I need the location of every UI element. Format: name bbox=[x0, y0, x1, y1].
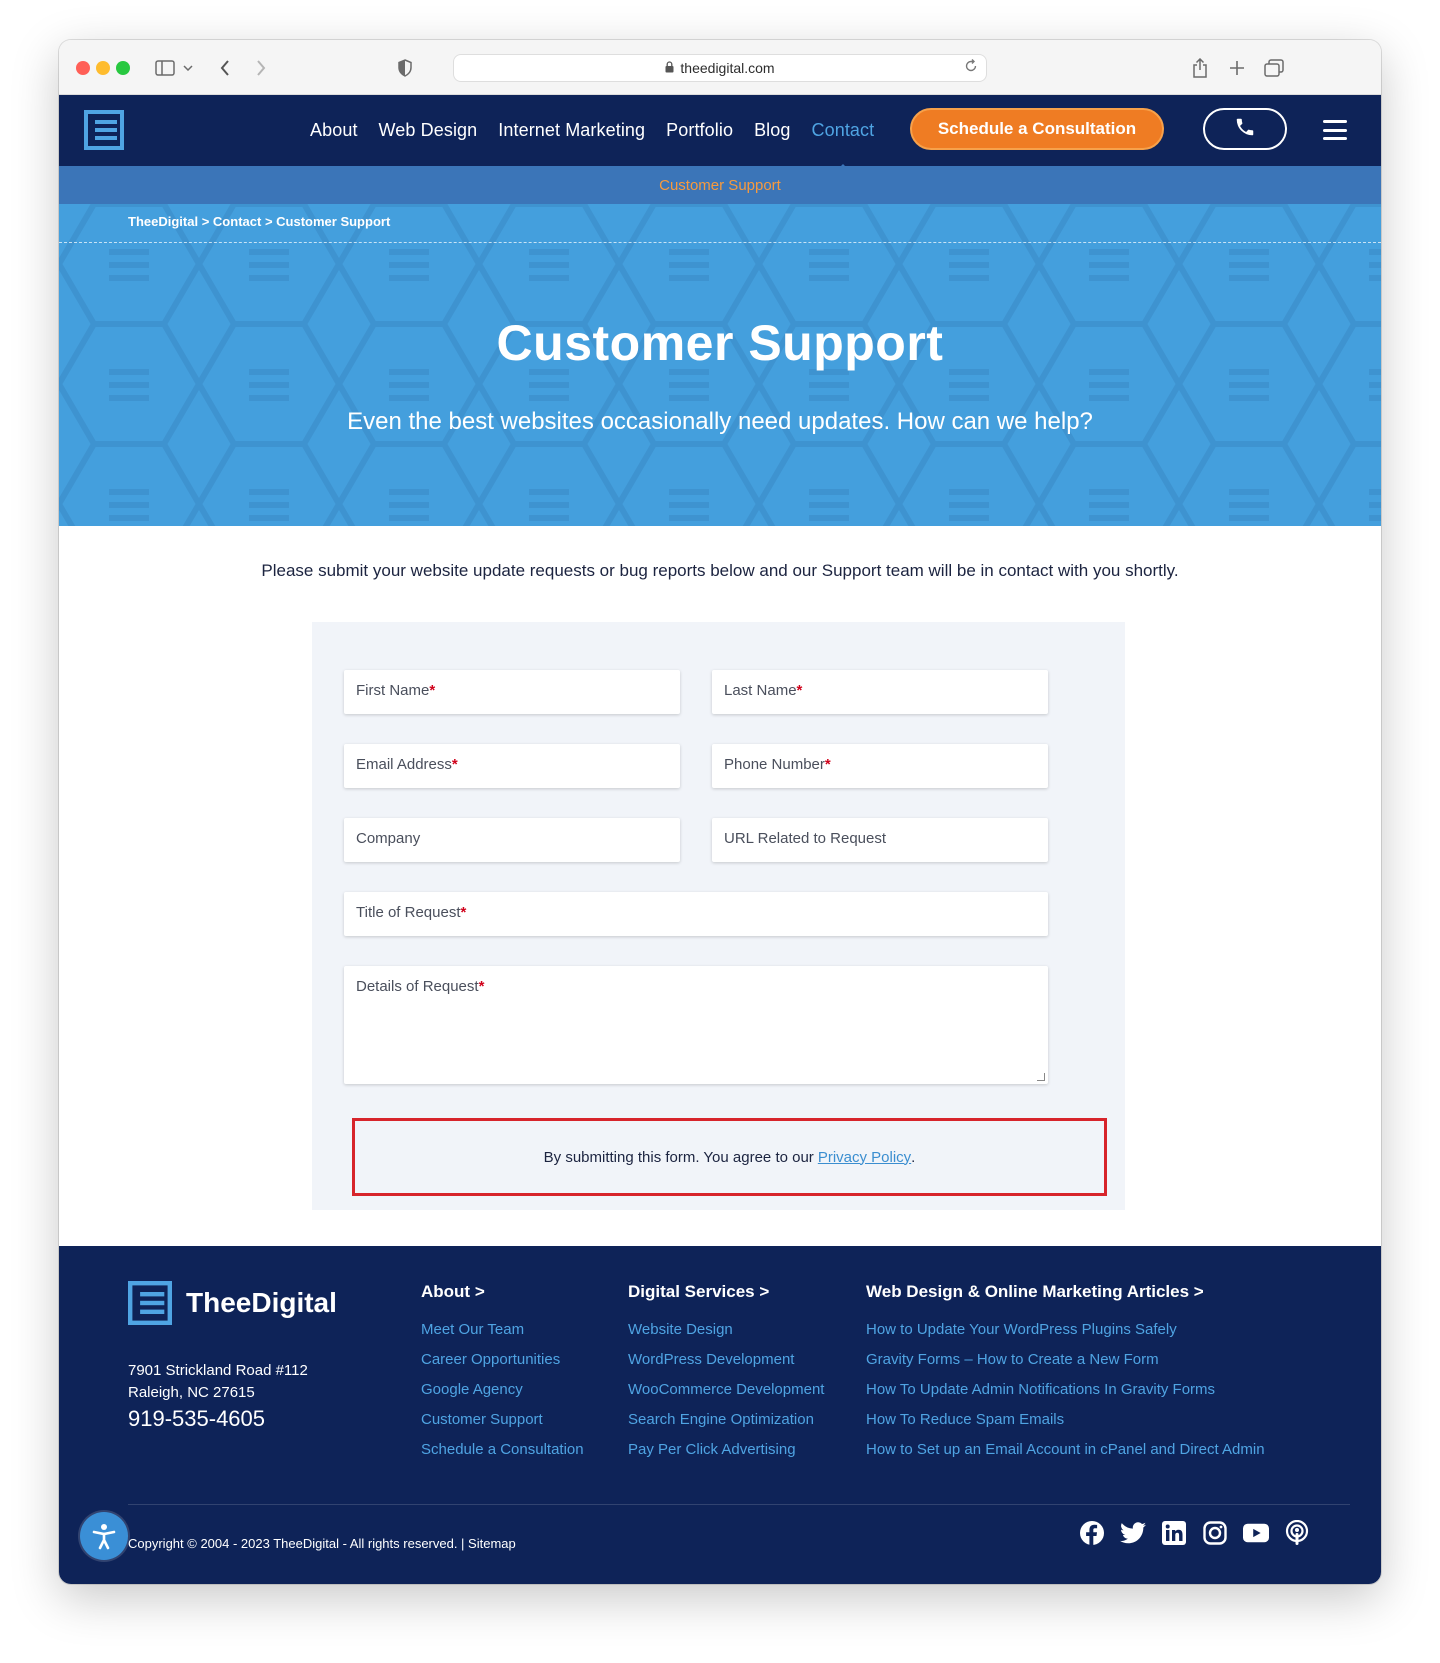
footer-link[interactable]: How To Update Admin Notifications In Gra… bbox=[866, 1380, 1265, 1400]
chevron-down-icon[interactable] bbox=[181, 54, 195, 82]
subnav-item-customer-support[interactable]: Customer Support bbox=[659, 177, 781, 194]
nav-item-about[interactable]: About bbox=[310, 120, 358, 141]
site-logo-icon[interactable] bbox=[84, 110, 124, 150]
first-name-field[interactable]: First Name* bbox=[344, 670, 680, 714]
footer-link[interactable]: Search Engine Optimization bbox=[628, 1410, 824, 1430]
nav-item-internet-marketing[interactable]: Internet Marketing bbox=[498, 120, 645, 141]
request-details-textarea[interactable]: Details of Request* bbox=[344, 966, 1048, 1084]
footer-link[interactable]: How To Reduce Spam Emails bbox=[866, 1410, 1265, 1430]
hamburger-menu-icon[interactable] bbox=[1323, 120, 1347, 140]
footer-col-about: About > Meet Our Team Career Opportuniti… bbox=[421, 1282, 584, 1470]
url-text: theedigital.com bbox=[680, 60, 775, 76]
company-field[interactable]: Company bbox=[344, 818, 680, 862]
footer-col-heading[interactable]: About > bbox=[421, 1282, 584, 1302]
sidebar-toggle-icon[interactable] bbox=[153, 54, 177, 82]
footer-link[interactable]: Pay Per Click Advertising bbox=[628, 1440, 824, 1460]
footer-phone[interactable]: 919-535-4605 bbox=[128, 1406, 265, 1432]
footer-link[interactable]: How to Set up an Email Account in cPanel… bbox=[866, 1440, 1265, 1460]
footer-link[interactable]: Gravity Forms – How to Create a New Form bbox=[866, 1350, 1265, 1370]
footer-col-services: Digital Services > Website Design WordPr… bbox=[628, 1282, 824, 1470]
browser-toolbar: theedigital.com bbox=[59, 40, 1381, 95]
page-subtitle: Even the best websites occasionally need… bbox=[347, 408, 1093, 435]
footer-logo-icon bbox=[128, 1281, 172, 1325]
site-footer: TheeDigital 7901 Strickland Road #112 Ra… bbox=[59, 1246, 1381, 1584]
footer-divider bbox=[128, 1504, 1350, 1505]
page-title: Customer Support bbox=[496, 315, 944, 371]
lock-icon bbox=[665, 60, 674, 76]
phone-field[interactable]: Phone Number* bbox=[712, 744, 1048, 788]
footer-address: 7901 Strickland Road #112 Raleigh, NC 27… bbox=[128, 1362, 308, 1401]
consent-text: By submitting this form. You agree to ou… bbox=[543, 1148, 814, 1166]
breadcrumb-divider bbox=[59, 242, 1381, 243]
footer-link[interactable]: Website Design bbox=[628, 1320, 824, 1340]
share-icon[interactable] bbox=[1189, 54, 1211, 82]
hero-banner: TheeDigital > Contact > Customer Support… bbox=[59, 204, 1381, 526]
phone-icon bbox=[1234, 116, 1256, 143]
podcast-icon[interactable] bbox=[1284, 1520, 1310, 1546]
instagram-icon[interactable] bbox=[1202, 1520, 1228, 1546]
close-window-button[interactable] bbox=[76, 61, 90, 75]
nav-item-web-design[interactable]: Web Design bbox=[379, 120, 478, 141]
new-tab-icon[interactable] bbox=[1226, 54, 1248, 82]
url-field[interactable]: URL Related to Request bbox=[712, 818, 1048, 862]
site-header: About Web Design Internet Marketing Port… bbox=[59, 95, 1381, 171]
reload-icon[interactable] bbox=[964, 59, 978, 76]
subnav-bar: Customer Support bbox=[59, 166, 1381, 204]
social-links bbox=[1079, 1520, 1310, 1546]
breadcrumb-separator: > bbox=[264, 214, 273, 229]
footer-brand-name: TheeDigital bbox=[186, 1287, 337, 1318]
footer-link[interactable]: Google Agency bbox=[421, 1380, 584, 1400]
main-menu: About Web Design Internet Marketing Port… bbox=[310, 95, 895, 171]
footer-link[interactable]: WooCommerce Development bbox=[628, 1380, 824, 1400]
nav-item-blog[interactable]: Blog bbox=[754, 120, 790, 141]
intro-text: Please submit your website update reques… bbox=[261, 561, 1179, 580]
resize-handle-icon[interactable] bbox=[1037, 1073, 1045, 1081]
linkedin-icon[interactable] bbox=[1161, 1520, 1187, 1546]
schedule-consultation-button[interactable]: Schedule a Consultation bbox=[910, 108, 1164, 150]
footer-logo[interactable]: TheeDigital bbox=[128, 1281, 337, 1325]
footer-link[interactable]: Schedule a Consultation bbox=[421, 1440, 584, 1460]
breadcrumb-current: Customer Support bbox=[276, 214, 391, 229]
zoom-window-button[interactable] bbox=[116, 61, 130, 75]
footer-link[interactable]: WordPress Development bbox=[628, 1350, 824, 1370]
breadcrumb-separator: > bbox=[201, 214, 210, 229]
footer-link[interactable]: Meet Our Team bbox=[421, 1320, 584, 1340]
twitter-icon[interactable] bbox=[1120, 1520, 1146, 1546]
phone-button[interactable] bbox=[1203, 108, 1287, 150]
consent-end: . bbox=[911, 1148, 916, 1166]
privacy-policy-link[interactable]: Privacy Policy bbox=[818, 1149, 911, 1166]
privacy-consent-notice: By submitting this form. You agree to ou… bbox=[352, 1118, 1107, 1196]
footer-col-articles: Web Design & Online Marketing Articles >… bbox=[866, 1282, 1265, 1470]
browser-window: theedigital.com About Web Design Interne… bbox=[59, 40, 1381, 1584]
footer-link[interactable]: How to Update Your WordPress Plugins Saf… bbox=[866, 1320, 1265, 1340]
forward-icon[interactable] bbox=[251, 54, 271, 82]
footer-col-heading[interactable]: Digital Services > bbox=[628, 1282, 824, 1302]
address-bar[interactable]: theedigital.com bbox=[453, 54, 987, 82]
email-field[interactable]: Email Address* bbox=[344, 744, 680, 788]
youtube-icon[interactable] bbox=[1243, 1520, 1269, 1546]
nav-item-contact[interactable]: Contact bbox=[812, 120, 875, 171]
footer-link[interactable]: Career Opportunities bbox=[421, 1350, 584, 1370]
facebook-icon[interactable] bbox=[1079, 1520, 1105, 1546]
breadcrumb-link-contact[interactable]: Contact bbox=[213, 214, 261, 229]
nav-item-portfolio[interactable]: Portfolio bbox=[666, 120, 733, 141]
request-title-field[interactable]: Title of Request* bbox=[344, 892, 1048, 936]
breadcrumb: TheeDigital > Contact > Customer Support bbox=[128, 214, 390, 229]
last-name-field[interactable]: Last Name* bbox=[712, 670, 1048, 714]
back-icon[interactable] bbox=[215, 54, 235, 82]
breadcrumb-link-home[interactable]: TheeDigital bbox=[128, 214, 198, 229]
support-form: First Name* Last Name* Email Address* Ph… bbox=[312, 622, 1125, 1210]
accessibility-icon[interactable] bbox=[80, 1512, 128, 1560]
tab-overview-icon[interactable] bbox=[1263, 54, 1285, 82]
footer-link[interactable]: Customer Support bbox=[421, 1410, 584, 1430]
copyright-text: Copyright © 2004 - 2023 TheeDigital - Al… bbox=[128, 1536, 516, 1551]
footer-col-heading[interactable]: Web Design & Online Marketing Articles > bbox=[866, 1282, 1265, 1302]
minimize-window-button[interactable] bbox=[96, 61, 110, 75]
privacy-shield-icon[interactable] bbox=[395, 54, 415, 82]
